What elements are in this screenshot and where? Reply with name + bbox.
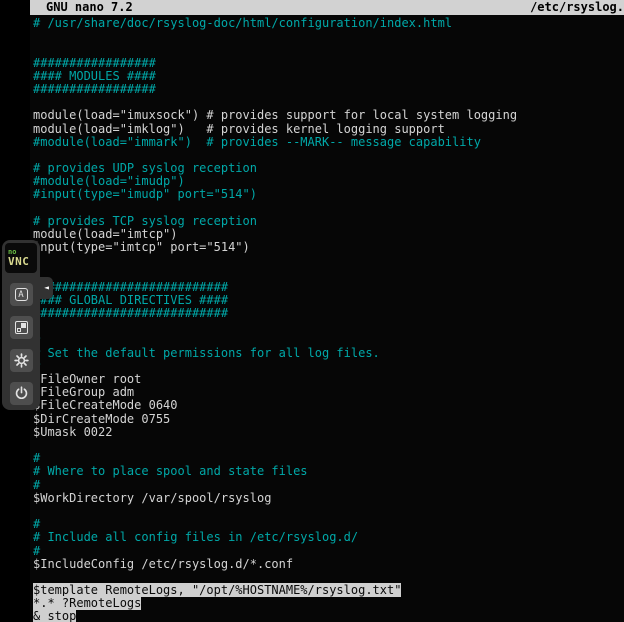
nano-titlebar: GNU nano 7.2 /etc/rsyslog. [30, 0, 624, 15]
power-button[interactable] [10, 382, 33, 405]
editor-line: *.* ?RemoteLogs [33, 597, 624, 610]
fullscreen-button[interactable] [10, 316, 33, 339]
settings-gear-icon [14, 353, 29, 368]
novnc-logo-vnc: VNC [8, 256, 37, 267]
editor-line: input(type="imtcp" port="514") [33, 241, 624, 254]
editor-line: $IncludeConfig /etc/rsyslog.d/*.conf [33, 558, 624, 571]
clipboard-button[interactable]: A [10, 283, 33, 306]
chevron-left-icon: ◄ [44, 283, 49, 292]
clipboard-icon-letter: A [18, 290, 23, 300]
novnc-control-bar: no VNC A [2, 240, 40, 410]
editor-line [33, 254, 624, 267]
editor-line: # Where to place spool and state files [33, 465, 624, 478]
editor-line: # Set the default permissions for all lo… [33, 347, 624, 360]
settings-button[interactable] [10, 349, 33, 372]
file-path: /etc/rsyslog. [530, 0, 624, 15]
novnc-logo: no VNC [5, 243, 37, 273]
fullscreen-icon [15, 321, 28, 334]
editor-line: & stop [33, 610, 624, 622]
editor-line [33, 439, 624, 452]
power-icon [14, 386, 29, 401]
editor-line: # Include all config files in /etc/rsysl… [33, 531, 624, 544]
editor-line: $WorkDirectory /var/spool/rsyslog [33, 492, 624, 505]
editor-line: ################# [33, 83, 624, 96]
editor-line: ########################### [33, 307, 624, 320]
editor-line [33, 320, 624, 333]
editor-line: # /usr/share/doc/rsyslog-doc/html/config… [33, 17, 624, 30]
terminal-window: GNU nano 7.2 /etc/rsyslog. # /usr/share/… [30, 0, 624, 622]
nano-version: GNU nano 7.2 [46, 0, 133, 15]
editor-line: #module(load="immark") # provides --MARK… [33, 136, 624, 149]
editor-line [33, 505, 624, 518]
editor-line: #input(type="imudp" port="514") [33, 188, 624, 201]
editor-line: $DirCreateMode 0755 [33, 413, 624, 426]
clipboard-icon: A [15, 288, 28, 301]
editor-line [33, 30, 624, 43]
editor-content[interactable]: # /usr/share/doc/rsyslog-doc/html/config… [30, 15, 624, 622]
editor-line: $Umask 0022 [33, 426, 624, 439]
panel-collapse-handle[interactable]: ◄ [40, 277, 53, 299]
